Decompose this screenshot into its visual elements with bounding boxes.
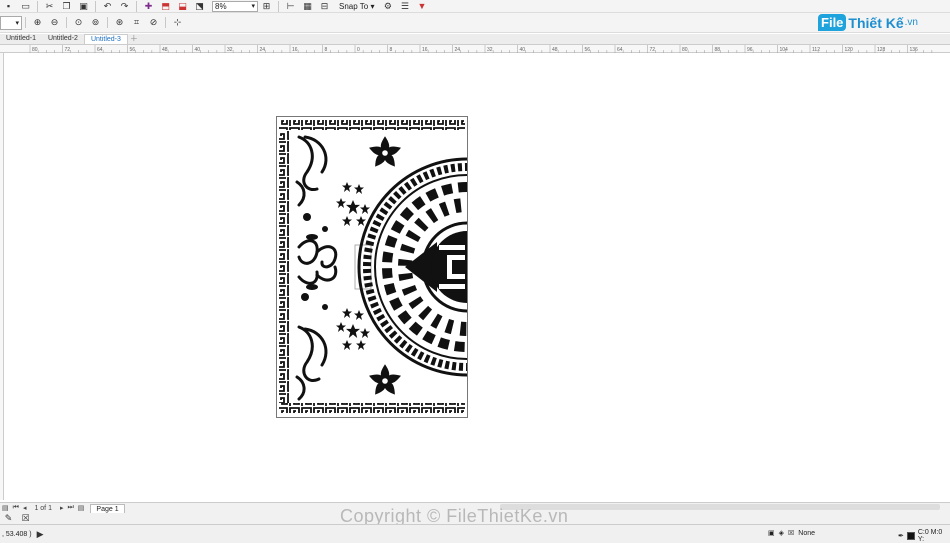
publish-icon[interactable]: ⬔: [194, 1, 205, 11]
outline-label: C:0 M:0 Y:: [917, 529, 943, 543]
zoom-selected-icon[interactable]: ⊙: [73, 17, 84, 28]
zoom-out-icon[interactable]: ⊖: [49, 17, 60, 28]
logo-text: Thiết Kế: [848, 14, 904, 31]
horizontal-ruler[interactable]: 80 72 64 56 48 40 32 24 16 8 0 8 16 24 32 40 48 56 64 72 80 8…: [0, 45, 950, 53]
separator: [95, 0, 96, 12]
copy-icon[interactable]: ❐: [61, 1, 72, 11]
ornament-artwork: [279, 120, 467, 413]
page-tab-1[interactable]: Page 1: [90, 503, 125, 513]
cut-icon[interactable]: ✂: [44, 1, 55, 11]
fill-bucket-icon: ◈: [778, 530, 785, 537]
outline-indicator[interactable]: ✒ C:0 M:0 Y:: [898, 529, 950, 543]
separator: [278, 0, 279, 12]
zoom-in-icon[interactable]: ⊕: [32, 17, 43, 28]
no-color-swatch-icon[interactable]: ☒: [20, 513, 31, 524]
no-fill-icon: ☒: [788, 530, 795, 537]
brand-logo: File Thiết Kế .vn: [818, 14, 918, 31]
fullscreen-icon[interactable]: ⊞: [261, 1, 272, 11]
page-count: 1 of 1: [34, 504, 52, 512]
separator: [66, 17, 67, 28]
horizontal-ruler-ticks: 80 72 64 56 48 40 32 24 16 8 0 8 16 24 32 40 48 56 64 72 80 8…: [29, 45, 933, 53]
first-page-icon[interactable]: ⏮: [13, 504, 19, 512]
zoom-level-value: 8%: [215, 1, 227, 11]
prev-page-icon[interactable]: ◂: [23, 504, 27, 512]
logo-suffix: .vn: [904, 17, 918, 28]
logo-bubble: File: [818, 14, 847, 31]
paste-icon[interactable]: ▣: [78, 1, 89, 11]
color-management-icon[interactable]: ▣: [768, 529, 775, 537]
options-icon[interactable]: ⚙: [382, 1, 393, 11]
fill-indicator[interactable]: ▣ ◈ ☒ None: [768, 529, 816, 538]
pen-icon: ✒: [898, 533, 904, 540]
undo-icon[interactable]: ↶: [102, 1, 113, 11]
separator: [165, 17, 166, 28]
zoom-page-icon[interactable]: ⊛: [114, 17, 125, 28]
separator: [107, 17, 108, 28]
separator: [25, 17, 26, 28]
chevron-down-icon: ▾: [15, 19, 19, 27]
drawing-canvas[interactable]: [5, 53, 950, 500]
chevron-down-icon: ▾: [251, 2, 255, 10]
last-page-icon[interactable]: ⏭: [67, 504, 73, 512]
eyedropper-icon[interactable]: ✎: [3, 513, 14, 524]
cursor-coordinates: , 53.408 ): [2, 530, 32, 538]
tab-untitled-1[interactable]: Untitled-1: [0, 34, 42, 44]
page-options-icon[interactable]: ▤: [2, 504, 9, 512]
vertical-ruler[interactable]: [0, 53, 4, 500]
export-icon[interactable]: ⬓: [177, 1, 188, 11]
document-page[interactable]: [276, 116, 468, 418]
print-icon[interactable]: ▭: [20, 1, 31, 11]
search-content-icon[interactable]: ✚: [143, 1, 154, 11]
snap-to-dropdown[interactable]: Snap To ▾: [339, 2, 374, 11]
zoom-all-icon[interactable]: ⊚: [90, 17, 101, 28]
add-tab-icon[interactable]: ＋: [130, 34, 138, 44]
print-merge-icon[interactable]: ▼: [416, 1, 427, 11]
status-bar: , 53.408 ) ▶ ▣ ◈ ☒ None ✒ C:0 M:0 Y:: [0, 524, 950, 543]
tab-untitled-3[interactable]: Untitled-3: [83, 34, 128, 44]
property-bar: ▾ ⊕ ⊖ ⊙ ⊚ ⊛ ⌗ ⊘ ⊹: [0, 13, 950, 33]
next-page-icon[interactable]: ▸: [60, 504, 64, 512]
play-icon[interactable]: ▶: [35, 529, 46, 539]
pan-icon[interactable]: ⊹: [172, 17, 183, 28]
fill-label: None: [798, 529, 816, 537]
separator: [136, 0, 137, 12]
rulers-icon[interactable]: ⊢: [285, 1, 296, 11]
guidelines-icon[interactable]: ⊟: [319, 1, 330, 11]
zoom-width-icon[interactable]: ⌗: [131, 17, 142, 28]
document-tabs: Untitled-1 Untitled-2 Untitled-3 ＋: [0, 34, 950, 45]
outline-color-swatch: [906, 532, 915, 540]
redo-icon[interactable]: ↷: [119, 1, 130, 11]
zoom-level-select[interactable]: 8% ▾: [212, 0, 258, 12]
import-icon[interactable]: ⬒: [160, 1, 171, 11]
zoom-height-icon[interactable]: ⊘: [148, 17, 159, 28]
standard-toolbar: ▪ ▭ ✂ ❐ ▣ ↶ ↷ ✚ ⬒ ⬓ ⬔ 8% ▾ ⊞ ⊢ ▦ ⊟ Snap …: [0, 0, 950, 13]
tool-combo[interactable]: ▾: [0, 15, 22, 30]
snap-to-label: Snap To: [339, 1, 369, 11]
separator: [37, 0, 38, 12]
launch-icon[interactable]: ☰: [399, 1, 410, 11]
tab-untitled-2[interactable]: Untitled-2: [42, 34, 84, 44]
add-page-icon[interactable]: ▤: [78, 504, 85, 512]
save-icon[interactable]: ▪: [3, 1, 14, 11]
grid-icon[interactable]: ▦: [302, 1, 313, 11]
